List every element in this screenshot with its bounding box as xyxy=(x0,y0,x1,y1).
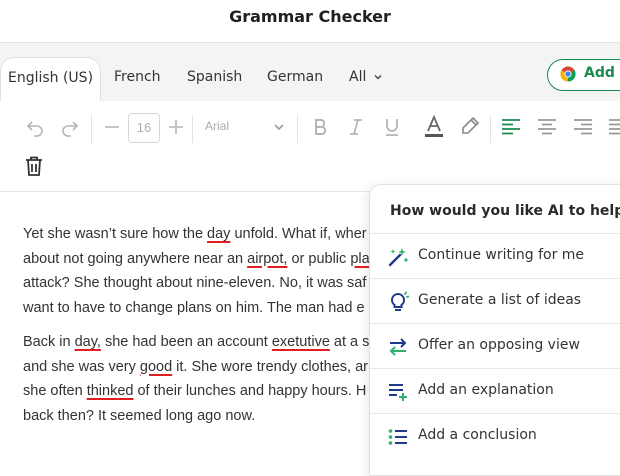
editor-text: unfold. What if, wher xyxy=(230,226,367,242)
generate-ideas-option[interactable]: Generate a list of ideas xyxy=(370,278,620,324)
language-tab-bar: English (US) French Spanish German All A… xyxy=(0,43,620,102)
editor-text: about not going anywhere near an xyxy=(23,250,248,267)
tab-all-label: All xyxy=(349,69,367,85)
underline-icon[interactable] xyxy=(384,117,400,137)
editor-text: it. She wore trendy clothes, ar xyxy=(172,358,368,375)
align-center-icon[interactable] xyxy=(537,117,557,137)
opposing-view-label: Offer an opposing view xyxy=(418,337,580,353)
add-explanation-label: Add an explanation xyxy=(418,382,554,398)
continue-writing-label: Continue writing for me xyxy=(418,247,585,263)
toolbar-divider xyxy=(490,115,491,143)
toolbar-divider xyxy=(297,115,298,143)
ai-help-panel: How would you like AI to help? Continue … xyxy=(369,184,620,476)
bold-icon[interactable] xyxy=(313,118,329,136)
editor-text: back then? It seemed long ago now. xyxy=(23,407,256,424)
tab-german[interactable]: German xyxy=(267,57,323,101)
editor-line: want to have to change plans on him. The… xyxy=(23,300,365,316)
grammar-error-word[interactable]: airpot, xyxy=(247,251,287,267)
editor-line: and she was very good it. She wore trend… xyxy=(23,359,368,375)
undo-icon[interactable] xyxy=(25,117,45,137)
trash-icon[interactable] xyxy=(25,156,43,176)
tab-all[interactable]: All xyxy=(349,57,383,101)
list-add-icon xyxy=(389,384,407,401)
grammar-error-word[interactable]: pla xyxy=(350,251,369,267)
editor-text: at a s xyxy=(329,334,370,350)
app-title: Grammar Checker xyxy=(0,0,620,43)
editor-text: of their lunches and happy hours. H xyxy=(133,383,367,399)
chevron-down-icon xyxy=(374,75,382,80)
continue-writing-option[interactable]: Continue writing for me xyxy=(370,233,620,279)
editor-line: Yet she wasn’t sure how the day unfold. … xyxy=(23,226,367,242)
grammar-error-word[interactable]: exetutive xyxy=(272,334,330,350)
ai-panel-heading: How would you like AI to help? xyxy=(390,203,620,219)
lightbulb-icon xyxy=(390,291,409,311)
decrease-font-size-icon[interactable] xyxy=(103,118,121,136)
editor-line: she often thinked of their lunches and h… xyxy=(23,383,366,399)
tab-spanish[interactable]: Spanish xyxy=(187,57,242,101)
align-left-icon[interactable] xyxy=(501,117,521,137)
opposing-view-option[interactable]: Offer an opposing view xyxy=(370,323,620,369)
grammar-error-word[interactable]: thinked xyxy=(87,383,134,399)
add-conclusion-option[interactable]: Add a conclusion xyxy=(370,413,620,459)
align-right-icon[interactable] xyxy=(573,117,593,137)
editor-text: attack? She thought about nine-eleven. N… xyxy=(23,275,367,291)
chevron-down-icon[interactable] xyxy=(273,121,285,133)
editor-text: or public xyxy=(287,250,351,267)
editor-line: attack? She thought about nine-eleven. N… xyxy=(23,275,366,291)
editor-text: she often xyxy=(23,383,87,399)
toolbar-divider xyxy=(91,115,92,143)
add-to-chrome-label: Add t xyxy=(584,65,620,81)
font-family-value: Arial xyxy=(205,119,230,133)
editor-text: and she was very xyxy=(23,358,140,375)
tab-english-us[interactable]: English (US) xyxy=(0,57,101,102)
editor-text: she had been an account xyxy=(100,334,272,350)
swap-arrows-icon xyxy=(389,338,407,356)
add-explanation-option[interactable]: Add an explanation xyxy=(370,368,620,414)
toolbar-divider xyxy=(192,115,193,143)
magic-wand-icon xyxy=(388,248,408,267)
bullet-list-icon xyxy=(388,429,407,445)
text-color-icon[interactable] xyxy=(424,115,444,139)
increase-font-size-icon[interactable] xyxy=(167,118,185,136)
editor-text: Yet she wasn’t sure how the xyxy=(23,226,208,242)
align-justify-icon[interactable] xyxy=(606,117,620,137)
generate-ideas-label: Generate a list of ideas xyxy=(418,292,582,308)
add-to-chrome-button[interactable]: Add t xyxy=(547,59,620,91)
redo-icon[interactable] xyxy=(60,117,80,137)
font-family-select[interactable]: Arial xyxy=(205,119,229,133)
editor-text: want to have to change plans on him. The… xyxy=(23,299,365,316)
editor-toolbar: 16 Arial xyxy=(0,101,620,192)
highlighter-icon[interactable] xyxy=(460,116,480,136)
editor-line: back then? It seemed long ago now. xyxy=(23,408,255,424)
font-size-input[interactable]: 16 xyxy=(128,113,160,143)
italic-icon[interactable] xyxy=(348,118,364,136)
grammar-error-word[interactable]: day, xyxy=(75,334,101,350)
editor-line: Back in day, she had been an account exe… xyxy=(23,334,369,350)
chrome-icon xyxy=(560,66,576,82)
grammar-error-word[interactable]: good xyxy=(140,359,172,375)
add-conclusion-label: Add a conclusion xyxy=(418,427,537,443)
editor-line: about not going anywhere near an airpot,… xyxy=(23,251,370,267)
grammar-error-word[interactable]: day xyxy=(207,226,230,242)
editor-text: Back in xyxy=(23,334,75,350)
tab-french[interactable]: French xyxy=(114,57,161,101)
